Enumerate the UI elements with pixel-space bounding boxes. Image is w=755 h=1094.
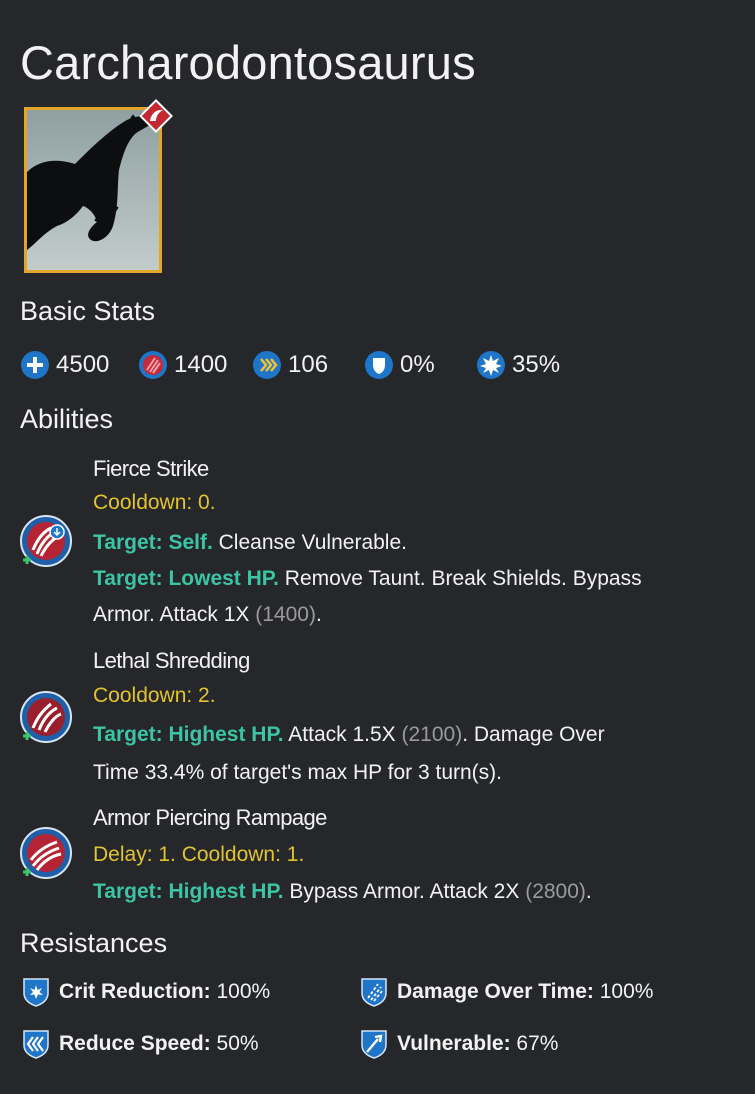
ability-text: Time 33.4% of target's max HP for 3 turn… — [93, 761, 502, 784]
ability-text-end: . — [315, 603, 322, 626]
damage-stat: 1400 — [138, 346, 227, 384]
armor-stat: 0% — [364, 346, 435, 384]
damage-value: 1400 — [174, 351, 228, 378]
resistance-value: 100% — [593, 980, 654, 1003]
ability-target: Target: Lowest HP. — [93, 567, 279, 590]
resistance-value: 50% — [210, 1032, 259, 1055]
resistance-damage-over-time: Damage Over Time: 100% — [358, 974, 653, 1010]
health-stat: 4500 — [20, 346, 109, 384]
fierce-strike-icon — [20, 515, 72, 567]
ability-damage-value: (2100) — [401, 723, 463, 746]
ability-damage-value: (1400) — [255, 603, 316, 626]
creature-name: Carcharodontosaurus — [20, 36, 476, 89]
ability-name: Armor Piercing Rampage — [93, 805, 327, 830]
resistance-label: Damage Over Time: — [397, 980, 594, 1003]
speed-icon — [253, 351, 281, 379]
ability-damage-value: (2800) — [525, 880, 586, 903]
resistances-heading: Resistances — [20, 928, 168, 958]
armor-value: 0% — [400, 351, 435, 378]
damage-over-time-icon — [361, 978, 387, 1007]
ability-target: Target: Highest HP. — [93, 723, 284, 746]
resistance-value: 100% — [210, 980, 271, 1003]
ability-cooldown: Cooldown: 0. — [93, 491, 216, 514]
resistance-label: Vulnerable: — [397, 1032, 511, 1055]
ability-line: Armor. Attack 1X (1400). — [93, 597, 322, 633]
resistance-vulnerable: Vulnerable: 67% — [358, 1026, 558, 1062]
ability-line: Target: Highest HP. Bypass Armor. Attack… — [93, 874, 592, 910]
abilities-heading: Abilities — [20, 404, 114, 434]
ability-target: Target: Self. — [93, 531, 213, 554]
claw-icon — [138, 98, 174, 134]
resistance-label: Reduce Speed: — [59, 1032, 211, 1055]
ability-text: Remove Taunt. Break Shields. Bypass — [278, 567, 642, 590]
armor-icon — [365, 351, 393, 379]
basic-stats-heading: Basic Stats — [20, 296, 156, 326]
critical-stat: 35% — [476, 346, 560, 384]
ability-line: Target: Highest HP. Attack 1.5X (2100). … — [93, 717, 605, 753]
health-value: 4500 — [56, 351, 110, 378]
ability-text: Attack 1.5X — [283, 723, 402, 746]
ability-line: Target: Self. Cleanse Vulnerable. — [93, 525, 407, 561]
speed-stat: 106 — [252, 346, 328, 384]
damage-icon — [139, 351, 167, 379]
ability-text-end: . Damage Over — [462, 723, 605, 746]
reduce-speed-icon — [23, 1030, 49, 1059]
resistance-reduce-speed: Reduce Speed: 50% — [20, 1026, 259, 1062]
ability-line: Time 33.4% of target's max HP for 3 turn… — [93, 755, 502, 791]
ability-text: Cleanse Vulnerable. — [212, 531, 407, 554]
vulnerable-icon — [361, 1030, 387, 1059]
ability-line: Target: Lowest HP. Remove Taunt. Break S… — [93, 561, 642, 597]
ability-text: Bypass Armor. Attack 2X — [283, 880, 526, 903]
ability-text-end: . — [585, 880, 592, 903]
health-icon — [21, 351, 49, 379]
crit-reduction-icon — [23, 978, 49, 1007]
critical-value: 35% — [512, 351, 561, 378]
ability-cooldown: Delay: 1. Cooldown: 1. — [93, 843, 305, 866]
ability-name: Lethal Shredding — [93, 648, 250, 673]
ability-cooldown: Cooldown: 2. — [93, 684, 216, 707]
lethal-shredding-icon — [20, 691, 72, 743]
critical-icon — [477, 351, 505, 379]
resistance-label: Crit Reduction: — [59, 980, 211, 1003]
ability-text: Armor. Attack 1X — [93, 603, 256, 626]
resistance-crit-reduction: Crit Reduction: 100% — [20, 974, 270, 1010]
resistance-value: 67% — [510, 1032, 559, 1055]
basic-stats-row: 4500 1400 106 0% 35% — [20, 346, 740, 384]
armor-piercing-rampage-icon — [20, 827, 72, 879]
ability-target: Target: Highest HP. — [93, 880, 284, 903]
ability-name: Fierce Strike — [93, 456, 209, 481]
speed-value: 106 — [288, 351, 329, 378]
